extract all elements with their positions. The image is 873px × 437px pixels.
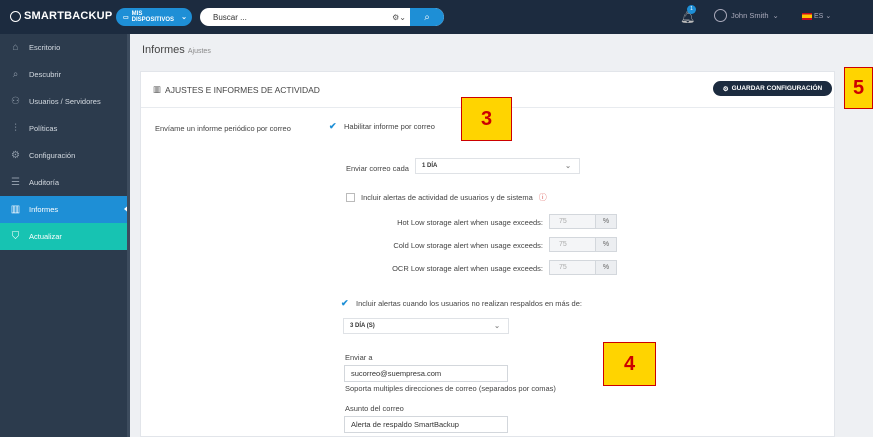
send-to-help: Soporta multiples direcciones de correo … xyxy=(345,384,556,393)
ocr-alert-input[interactable]: 75 xyxy=(549,260,596,275)
logo[interactable]: SMARTBACKUP xyxy=(10,10,112,22)
sidebar-item-escritorio[interactable]: ⌂ Escritorio xyxy=(0,34,130,61)
notifications-button[interactable]: 🔔︎ 1 xyxy=(680,5,696,24)
search-bar: ⚙⌄ ⌕ xyxy=(200,8,444,26)
search-options-icon[interactable]: ⚙⌄ xyxy=(388,13,410,22)
user-name: John Smith xyxy=(731,11,769,20)
avatar-icon xyxy=(714,9,727,22)
breadcrumb: Informes Ajustes xyxy=(142,44,211,56)
chevron-down-icon: ⌄ xyxy=(825,13,832,20)
send-every-label: Enviar correo cada xyxy=(346,164,409,173)
sidebar-item-label: Usuarios / Servidores xyxy=(29,97,101,106)
notification-badge: 1 xyxy=(687,5,696,14)
annotation-4: 4 xyxy=(603,342,656,386)
send-to-input[interactable]: sucorreo@suempresa.com xyxy=(344,365,508,382)
no-backup-label: Incluir alertas cuando los usuarios no r… xyxy=(356,299,582,308)
users-icon: ⚇ xyxy=(11,96,20,107)
language-label: ES xyxy=(814,12,824,20)
sidebar: ⌂ Escritorio ⌕ Descubrir ⚇ Usuarios / Se… xyxy=(0,34,130,437)
sidebar-item-label: Informes xyxy=(29,205,59,214)
chevron-down-icon: ⌄ xyxy=(494,323,500,330)
checkmark-icon[interactable]: ✔ xyxy=(341,299,350,308)
ocr-alert-label: OCR Low storage alert when usage exceeds… xyxy=(392,264,543,273)
hot-alert-label: Hot Low storage alert when usage exceeds… xyxy=(397,218,543,227)
sliders-icon: ⫶ xyxy=(14,123,17,134)
gear-icon: ⚙ xyxy=(722,85,729,93)
my-devices-label: MIS DISPOSITIVOS xyxy=(131,11,175,23)
list-icon: ☰ xyxy=(11,177,20,188)
percent-addon: % xyxy=(596,260,617,275)
no-backup-select[interactable]: 3 DÍA (S) ⌄ xyxy=(343,318,509,334)
sidebar-item-label: Políticas xyxy=(29,124,58,133)
sidebar-item-label: Configuración xyxy=(29,151,76,160)
search-icon: ⌕ xyxy=(424,11,430,23)
cold-alert-input[interactable]: 75 xyxy=(549,237,596,252)
sidebar-item-label: Escritorio xyxy=(29,43,61,52)
sidebar-item-label: Auditoría xyxy=(29,178,60,187)
subject-input[interactable]: Alerta de respaldo SmartBackup xyxy=(344,416,508,433)
user-menu[interactable]: John Smith ⌄ xyxy=(714,9,779,22)
my-devices-button[interactable]: ▭ MIS DISPOSITIVOS ⌄ xyxy=(116,8,192,26)
chevron-down-icon: ⌄ xyxy=(181,14,187,21)
logo-icon xyxy=(10,10,21,22)
enable-report-label: Habilitar informe por correo xyxy=(344,122,435,131)
include-activity-row[interactable]: Incluir alertas de actividad de usuarios… xyxy=(346,192,547,203)
percent-addon: % xyxy=(596,214,617,229)
sidebar-item-label: Descubrir xyxy=(29,70,62,79)
language-selector[interactable]: ES ⌄ xyxy=(802,12,831,20)
gear-icon: ⚙ xyxy=(11,150,20,161)
chevron-down-icon: ⌄ xyxy=(772,11,779,20)
annotation-5: 5 xyxy=(844,67,873,109)
email-report-label: Envíame un informe periódico por correo xyxy=(155,124,291,133)
save-configuration-button[interactable]: ⚙ GUARDAR CONFIGURACIÓN xyxy=(713,81,832,96)
subject-label: Asunto del correo xyxy=(345,404,404,413)
checkbox[interactable] xyxy=(346,193,355,202)
enable-report-row[interactable]: ✔ Habilitar informe por correo xyxy=(329,122,435,132)
sidebar-item-usuarios[interactable]: ⚇ Usuarios / Servidores xyxy=(0,88,130,115)
no-backup-value: 3 DÍA (S) xyxy=(350,323,375,329)
bar-chart-icon: ▥ xyxy=(10,204,21,215)
annotation-3: 3 xyxy=(461,97,512,141)
include-activity-label: Incluir alertas de actividad de usuarios… xyxy=(361,193,533,202)
sidebar-item-actualizar[interactable]: ⛉ Actualizar xyxy=(0,223,130,250)
top-bar: SMARTBACKUP ▭ MIS DISPOSITIVOS ⌄ ⚙⌄ ⌕ 🔔︎… xyxy=(0,0,873,34)
sidebar-item-descubrir[interactable]: ⌕ Descubrir xyxy=(0,61,130,88)
percent-addon: % xyxy=(596,237,617,252)
ocr-alert-input-group: 75 % xyxy=(549,260,617,275)
cold-alert-label: Cold Low storage alert when usage exceed… xyxy=(393,241,543,250)
cold-alert-input-group: 75 % xyxy=(549,237,617,252)
send-to-label: Enviar a xyxy=(345,353,373,362)
hot-alert-input-group: 75 % xyxy=(549,214,617,229)
search-icon: ⌕ xyxy=(12,69,19,80)
no-backup-row[interactable]: ✔ Incluir alertas cuando los usuarios no… xyxy=(341,299,582,309)
sidebar-item-label: Actualizar xyxy=(29,232,62,241)
home-icon: ⌂ xyxy=(12,42,19,53)
hot-alert-input[interactable]: 75 xyxy=(549,214,596,229)
page-subtitle: Ajustes xyxy=(187,48,211,55)
monitor-icon: ▭ xyxy=(123,14,129,21)
checkmark-icon[interactable]: ✔ xyxy=(329,122,338,131)
save-label: GUARDAR CONFIGURACIÓN xyxy=(731,85,823,92)
sidebar-item-informes[interactable]: ▥ Informes xyxy=(0,196,130,223)
chevron-down-icon: ⌄ xyxy=(565,163,571,170)
send-every-select[interactable]: 1 DÍA ⌄ xyxy=(415,158,580,174)
bar-chart-icon: ▥ xyxy=(153,84,162,94)
logo-text: SMARTBACKUP xyxy=(24,10,113,22)
spain-flag-icon xyxy=(802,12,812,20)
sidebar-item-auditoria[interactable]: ☰ Auditoría xyxy=(0,169,130,196)
panel-title: AJUSTES E INFORMES DE ACTIVIDAD xyxy=(165,84,320,95)
alert-circle-icon: ⓘ xyxy=(538,193,547,202)
send-every-value: 1 DÍA xyxy=(422,163,438,169)
cart-icon: ⛉ xyxy=(11,231,20,242)
search-button[interactable]: ⌕ xyxy=(410,8,444,26)
sidebar-item-politicas[interactable]: ⫶ Políticas xyxy=(0,115,130,142)
page-title: Informes xyxy=(142,44,185,56)
sidebar-item-configuracion[interactable]: ⚙ Configuración xyxy=(0,142,130,169)
search-input[interactable] xyxy=(200,8,388,26)
main-content: Informes Ajustes ▥ AJUSTES E INFORMES DE… xyxy=(130,34,873,437)
